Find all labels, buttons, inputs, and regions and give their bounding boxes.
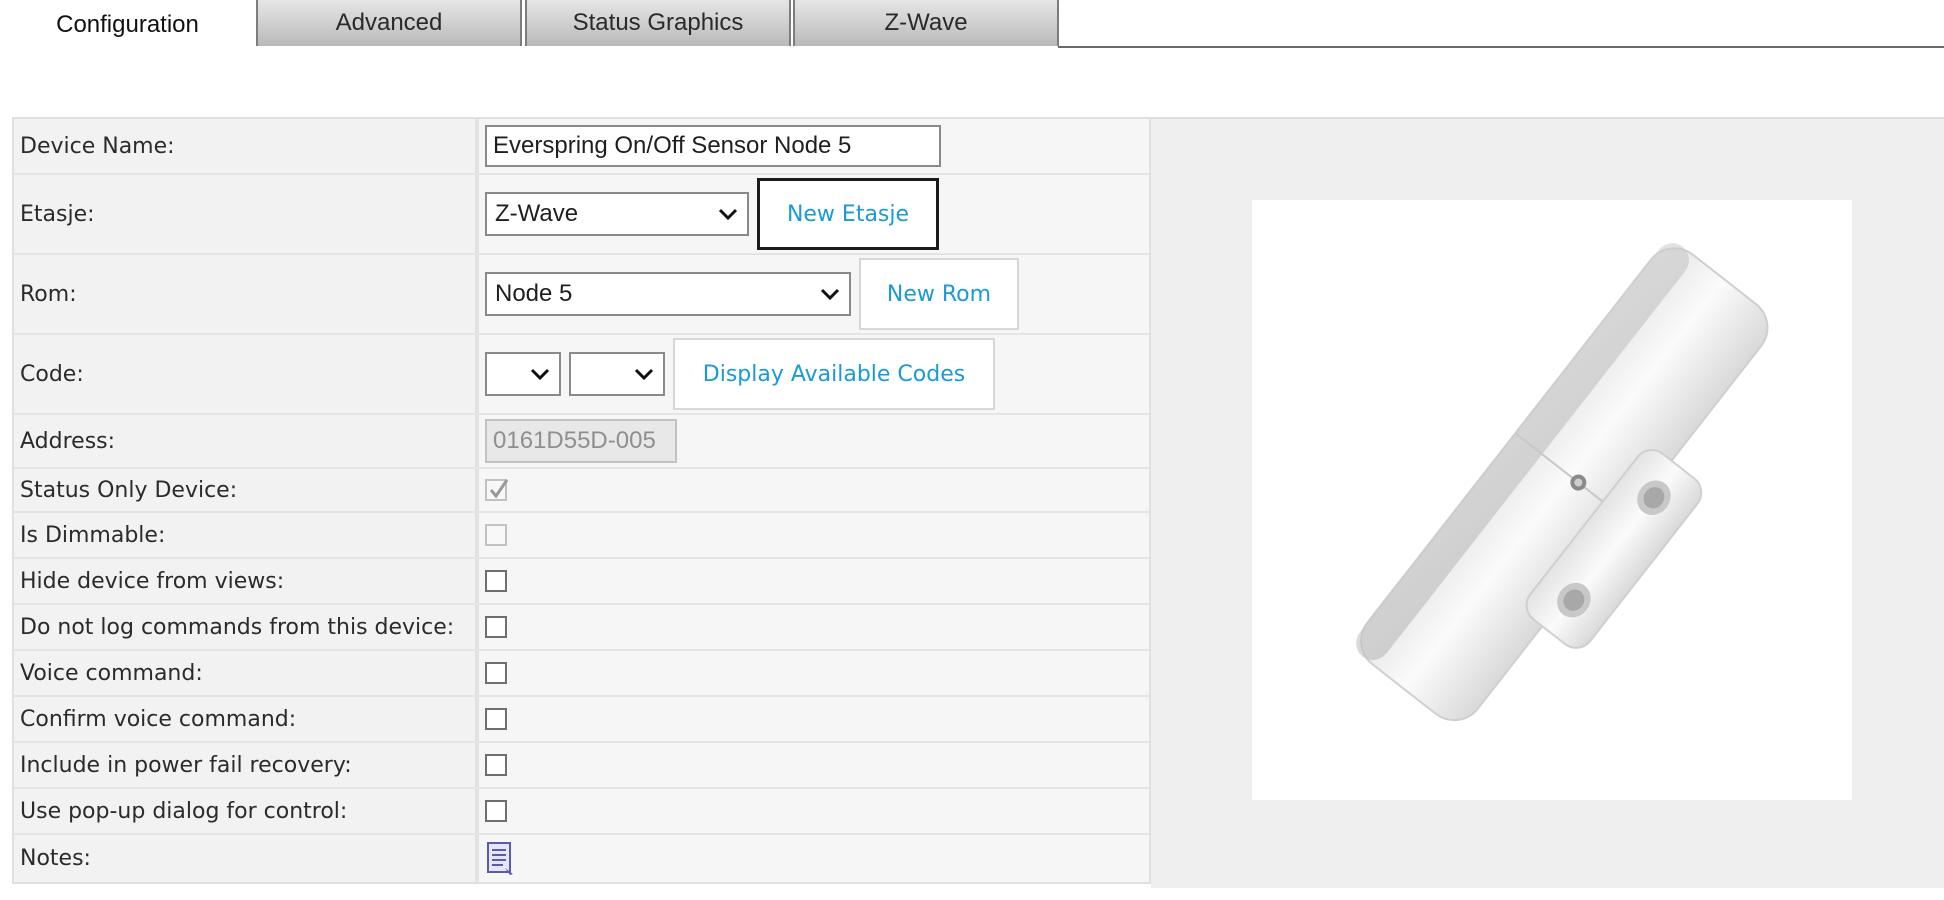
voice-command-label: Voice command: <box>14 651 479 695</box>
checkmark-icon <box>489 479 509 499</box>
status-only-checkbox <box>485 479 509 501</box>
power-fail-label: Include in power fail recovery: <box>14 743 479 787</box>
device-config-form: Device Name: Everspring On/Off Sensor No… <box>12 117 1151 884</box>
notes-label: Notes: <box>14 835 479 882</box>
voice-command-checkbox[interactable] <box>485 662 507 684</box>
code-select-unit[interactable] <box>569 352 665 396</box>
chevron-down-icon <box>820 288 840 301</box>
door-sensor-image <box>1356 243 1769 722</box>
tab-divider <box>1058 46 1944 48</box>
tab-label: Z-Wave <box>884 9 968 36</box>
no-log-checkbox[interactable] <box>485 616 507 638</box>
chevron-down-icon <box>718 208 738 221</box>
confirm-voice-checkbox[interactable] <box>485 708 507 730</box>
code-label: Code: <box>14 335 479 413</box>
chevron-down-icon <box>530 368 550 381</box>
tab-label: Advanced <box>335 9 443 36</box>
row-status-only: Status Only Device: <box>14 469 1149 513</box>
chevron-down-icon <box>634 368 654 381</box>
row-rom: Rom: Node 5 New Rom <box>14 255 1149 335</box>
device-photo <box>1252 200 1852 800</box>
new-rom-button[interactable]: New Rom <box>859 258 1019 330</box>
row-voice-command: Voice command: <box>14 651 1149 697</box>
tab-status-graphics[interactable]: Status Graphics <box>525 0 791 46</box>
is-dimmable-checkbox <box>485 524 507 546</box>
row-code: Code: Display Available Codes <box>14 335 1149 415</box>
tab-bar: Configuration Advanced Status Graphics Z… <box>0 0 1944 49</box>
row-device-name: Device Name: Everspring On/Off Sensor No… <box>14 119 1149 175</box>
confirm-voice-label: Confirm voice command: <box>14 697 479 741</box>
row-is-dimmable: Is Dimmable: <box>14 513 1149 559</box>
tab-label: Status Graphics <box>572 9 744 36</box>
popup-dialog-label: Use pop-up dialog for control: <box>14 789 479 833</box>
tab-configuration[interactable]: Configuration <box>0 0 255 49</box>
address-input: 0161D55D-005 <box>485 419 677 463</box>
tab-z-wave[interactable]: Z-Wave <box>793 0 1059 46</box>
row-hide-device: Hide device from views: <box>14 559 1149 605</box>
row-power-fail: Include in power fail recovery: <box>14 743 1149 789</box>
row-etasje: Etasje: Z-Wave New Etasje <box>14 175 1149 255</box>
notes-icon[interactable] <box>485 841 517 877</box>
no-log-label: Do not log commands from this device: <box>14 605 479 649</box>
row-popup-dialog: Use pop-up dialog for control: <box>14 789 1149 835</box>
device-name-input[interactable]: Everspring On/Off Sensor Node 5 <box>485 125 941 167</box>
code-select-house[interactable] <box>485 352 561 396</box>
display-available-codes-button[interactable]: Display Available Codes <box>673 338 995 410</box>
device-name-label: Device Name: <box>14 119 479 173</box>
etasje-selected: Z-Wave <box>495 200 579 227</box>
rom-select[interactable]: Node 5 <box>485 272 851 316</box>
etasje-select[interactable]: Z-Wave <box>485 192 749 236</box>
tab-advanced[interactable]: Advanced <box>256 0 522 46</box>
popup-dialog-checkbox[interactable] <box>485 800 507 822</box>
power-fail-checkbox[interactable] <box>485 754 507 776</box>
row-confirm-voice: Confirm voice command: <box>14 697 1149 743</box>
tab-label: Configuration <box>56 10 199 38</box>
hide-device-checkbox[interactable] <box>485 570 507 592</box>
hide-device-label: Hide device from views: <box>14 559 479 603</box>
row-notes: Notes: <box>14 835 1149 882</box>
rom-selected: Node 5 <box>495 280 573 307</box>
etasje-label: Etasje: <box>14 175 479 253</box>
address-label: Address: <box>14 415 479 467</box>
row-no-log: Do not log commands from this device: <box>14 605 1149 651</box>
is-dimmable-label: Is Dimmable: <box>14 513 479 557</box>
status-only-label: Status Only Device: <box>14 469 479 511</box>
rom-label: Rom: <box>14 255 479 333</box>
row-address: Address: 0161D55D-005 <box>14 415 1149 469</box>
new-etasje-button[interactable]: New Etasje <box>757 178 939 250</box>
